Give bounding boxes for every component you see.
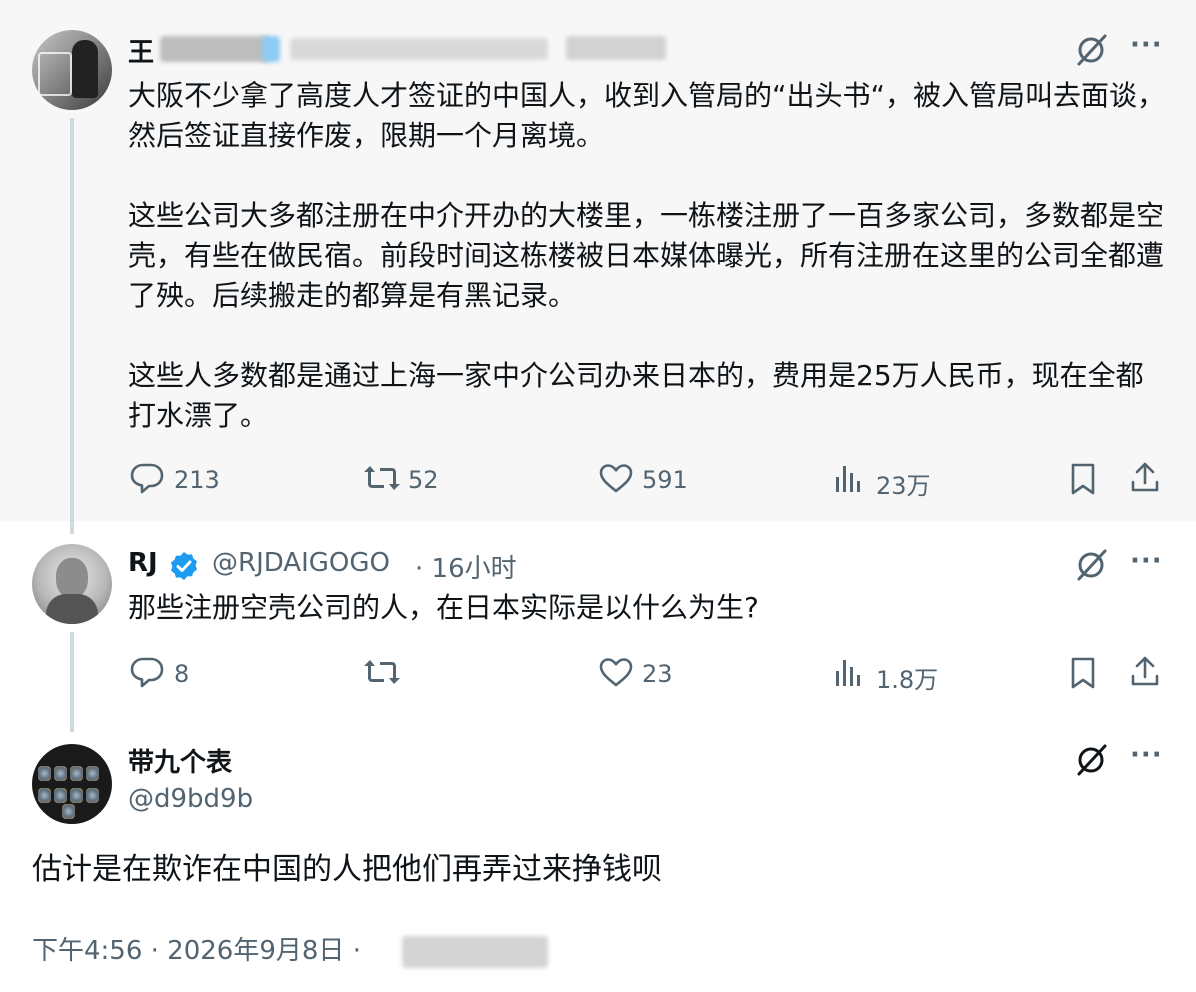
tweet-time[interactable]: · 16小时 [415, 548, 517, 585]
redacted-name [160, 36, 270, 62]
share-icon[interactable] [1128, 460, 1162, 494]
reply-count: 213 [174, 466, 220, 494]
avatar-watch [70, 788, 83, 803]
reply-icon[interactable] [130, 656, 164, 688]
author-name[interactable]: 带九个表 [128, 742, 232, 779]
avatar-watch [70, 766, 83, 781]
avatar-figure [72, 40, 98, 98]
author-handle[interactable]: @RJDAIGOGO [212, 548, 390, 578]
avatar-watch [62, 804, 75, 819]
views-icon[interactable] [834, 658, 864, 688]
tweet-text: 大阪不少拿了高度人才签证的中国人，收到入管局的“出头书“，被入管局叫去面谈，然后… [128, 79, 1166, 432]
views-count: 23万 [876, 472, 931, 500]
like-count: 591 [642, 466, 688, 494]
avatar-text-art [38, 52, 72, 96]
like-count: 23 [642, 660, 673, 688]
grok-icon[interactable] [1073, 32, 1109, 68]
like-icon[interactable] [598, 656, 634, 688]
like-icon[interactable] [598, 462, 634, 494]
share-icon[interactable] [1128, 654, 1162, 688]
tweet-timestamp[interactable]: 下午4:56 · 2026年9月8日 · [32, 930, 361, 967]
reply-icon[interactable] [130, 462, 164, 494]
parent-tweet[interactable]: 王 ··· 大阪不少拿了高度人才签证的中国人，收到入管局的“出头书“，被入管局叫… [0, 0, 1196, 521]
avatar-body [46, 594, 98, 624]
avatar-watch [54, 788, 67, 803]
redacted-handle [290, 38, 548, 60]
more-icon[interactable]: ··· [1130, 546, 1163, 576]
bookmark-icon[interactable] [1068, 462, 1098, 496]
redacted-source [402, 936, 548, 968]
repost-icon[interactable] [362, 462, 402, 494]
avatar-face [56, 558, 88, 598]
avatar[interactable] [32, 744, 112, 824]
author-name[interactable]: RJ [128, 548, 158, 578]
repost-icon[interactable] [362, 656, 402, 688]
redacted-badge [262, 36, 280, 62]
avatar[interactable] [32, 544, 112, 624]
redacted-time [566, 36, 666, 60]
tweet-text: 那些注册空壳公司的人，在日本实际是以什么为生? [128, 591, 759, 624]
views-icon[interactable] [834, 464, 864, 494]
thread-line [70, 118, 74, 534]
avatar-watch [86, 788, 99, 803]
verified-badge-icon [171, 552, 197, 580]
more-icon[interactable]: ··· [1130, 30, 1163, 60]
tweet-text: 估计是在欺诈在中国的人把他们再弄过来挣钱呗 [32, 852, 662, 887]
avatar-watch [38, 766, 51, 781]
repost-count: 52 [408, 466, 439, 494]
views-count: 1.8万 [876, 666, 939, 694]
more-icon[interactable]: ··· [1130, 740, 1163, 770]
avatar[interactable] [32, 30, 112, 110]
reply-count: 8 [174, 660, 190, 688]
avatar-watch [38, 788, 51, 803]
avatar-watch [86, 766, 99, 781]
grok-icon[interactable] [1073, 742, 1109, 778]
bookmark-icon[interactable] [1068, 656, 1098, 690]
thread-line [70, 632, 74, 732]
grok-icon[interactable] [1073, 547, 1109, 583]
author-handle[interactable]: @d9bd9b [128, 784, 253, 814]
avatar-watch [54, 766, 67, 781]
author-name[interactable]: 王 [128, 32, 154, 69]
